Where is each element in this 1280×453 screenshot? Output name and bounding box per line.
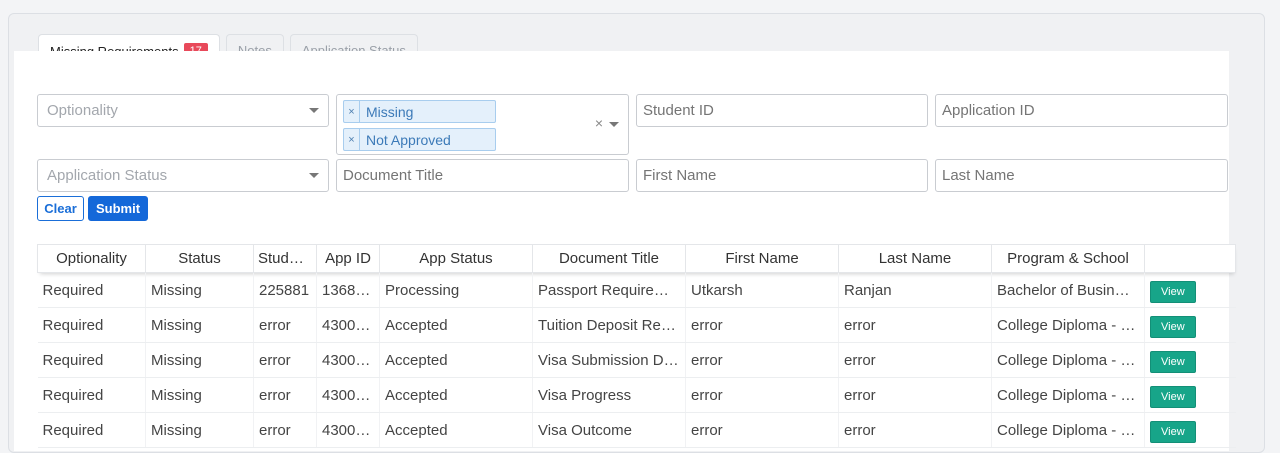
- application-status-select[interactable]: Application Status: [37, 159, 329, 192]
- table-cell: 225881: [253, 272, 317, 308]
- table-cell: Missing: [145, 307, 254, 343]
- table-cell: Ranjan: [838, 272, 992, 308]
- remove-chip-icon[interactable]: ×: [344, 101, 360, 122]
- table-cell: error: [685, 342, 839, 378]
- column-header[interactable]: Stude…: [253, 244, 317, 273]
- table-row: Required Missing error 4300… Accepted Tuition…: [37, 307, 1236, 343]
- table-cell: Required: [37, 377, 146, 413]
- table-cell: error: [838, 377, 992, 413]
- table-cell: Required: [37, 307, 146, 343]
- table-cell: Missing: [145, 412, 254, 448]
- table-cell: College Diploma - …: [991, 307, 1145, 343]
- student-id-field[interactable]: [636, 94, 928, 127]
- table-header-row: Optionality Status Stude… App ID App Sta…: [37, 244, 1236, 273]
- column-header[interactable]: Program & School: [991, 244, 1145, 273]
- table-cell: Utkarsh: [685, 272, 839, 308]
- requirements-table: Optionality Status Stude… App ID App Sta…: [37, 244, 1236, 448]
- view-button[interactable]: View: [1150, 351, 1196, 373]
- clear-selection-icon[interactable]: ×: [595, 115, 603, 131]
- document-title-field[interactable]: [336, 159, 629, 192]
- table-cell: error: [253, 307, 317, 343]
- action-cell: View: [1144, 307, 1236, 343]
- action-cell: View: [1144, 412, 1236, 448]
- table-cell: error: [838, 307, 992, 343]
- status-chip-not-approved[interactable]: × Not Approved: [343, 128, 496, 151]
- submit-button[interactable]: Submit: [88, 196, 148, 221]
- table-cell: error: [253, 377, 317, 413]
- column-header[interactable]: App Status: [379, 244, 533, 273]
- table-cell: Bachelor of Busin…: [991, 272, 1145, 308]
- table-cell: error: [685, 307, 839, 343]
- chip-label: Missing: [366, 103, 414, 120]
- table-cell: Missing: [145, 272, 254, 308]
- action-cell: View: [1144, 377, 1236, 413]
- table-cell: 4300…: [316, 342, 380, 378]
- table-cell: error: [685, 412, 839, 448]
- table-cell: Accepted: [379, 377, 533, 413]
- table-cell: Processing: [379, 272, 533, 308]
- table-cell: 4300…: [316, 307, 380, 343]
- table-cell: 4300…: [316, 377, 380, 413]
- table-cell: Tuition Deposit Re…: [532, 307, 686, 343]
- view-button[interactable]: View: [1150, 316, 1196, 338]
- view-button[interactable]: View: [1150, 421, 1196, 443]
- application-id-field[interactable]: [935, 94, 1228, 127]
- remove-chip-icon[interactable]: ×: [344, 129, 360, 150]
- table-cell: Missing: [145, 377, 254, 413]
- table-row: Required Missing error 4300… Accepted Visa Ou…: [37, 412, 1236, 448]
- table-cell: College Diploma - …: [991, 342, 1145, 378]
- application-status-placeholder: Application Status: [47, 167, 168, 184]
- table-cell: error: [253, 342, 317, 378]
- column-header[interactable]: First Name: [685, 244, 839, 273]
- chevron-down-icon: [309, 108, 319, 113]
- column-header[interactable]: Optionality: [37, 244, 146, 273]
- view-button[interactable]: View: [1150, 281, 1196, 303]
- table-cell: Visa Progress: [532, 377, 686, 413]
- table-row: Required Missing 225881 13688… Processing Pas…: [37, 272, 1236, 308]
- status-chip-missing[interactable]: × Missing: [343, 100, 496, 123]
- table-cell: Required: [37, 272, 146, 308]
- column-header: [1144, 244, 1236, 273]
- table-cell: Visa Outcome: [532, 412, 686, 448]
- table-body: Required Missing 225881 13688… Processing Pas…: [37, 272, 1236, 448]
- table-cell: error: [838, 342, 992, 378]
- chevron-down-icon: [609, 122, 619, 127]
- table-row: Required Missing error 4300… Accepted Visa Pr…: [37, 377, 1236, 413]
- action-cell: View: [1144, 272, 1236, 308]
- chip-label: Not Approved: [366, 131, 451, 148]
- table-cell: Visa Submission D…: [532, 342, 686, 378]
- table-cell: College Diploma - …: [991, 412, 1145, 448]
- table-cell: College Diploma - …: [991, 377, 1145, 413]
- view-button[interactable]: View: [1150, 386, 1196, 408]
- optionality-select[interactable]: Optionality: [37, 94, 329, 127]
- clear-button[interactable]: Clear: [37, 196, 84, 221]
- table-cell: Accepted: [379, 412, 533, 448]
- optionality-placeholder: Optionality: [47, 102, 118, 119]
- table-cell: Missing: [145, 342, 254, 378]
- column-header[interactable]: Status: [145, 244, 254, 273]
- table-cell: error: [253, 412, 317, 448]
- table-cell: Required: [37, 412, 146, 448]
- table-cell: Passport Require…: [532, 272, 686, 308]
- column-header[interactable]: Document Title: [532, 244, 686, 273]
- first-name-field[interactable]: [636, 159, 928, 192]
- table-cell: Accepted: [379, 342, 533, 378]
- table-cell: error: [838, 412, 992, 448]
- table-cell: 13688…: [316, 272, 380, 308]
- table-cell: error: [685, 377, 839, 413]
- column-header[interactable]: Last Name: [838, 244, 992, 273]
- action-cell: View: [1144, 342, 1236, 378]
- column-header[interactable]: App ID: [316, 244, 380, 273]
- table-cell: 4300…: [316, 412, 380, 448]
- table-cell: Accepted: [379, 307, 533, 343]
- last-name-field[interactable]: [935, 159, 1228, 192]
- status-multiselect[interactable]: × Missing × Not Approved ×: [336, 94, 629, 155]
- table-row: Required Missing error 4300… Accepted Visa Su…: [37, 342, 1236, 378]
- table-cell: Required: [37, 342, 146, 378]
- chevron-down-icon: [309, 173, 319, 178]
